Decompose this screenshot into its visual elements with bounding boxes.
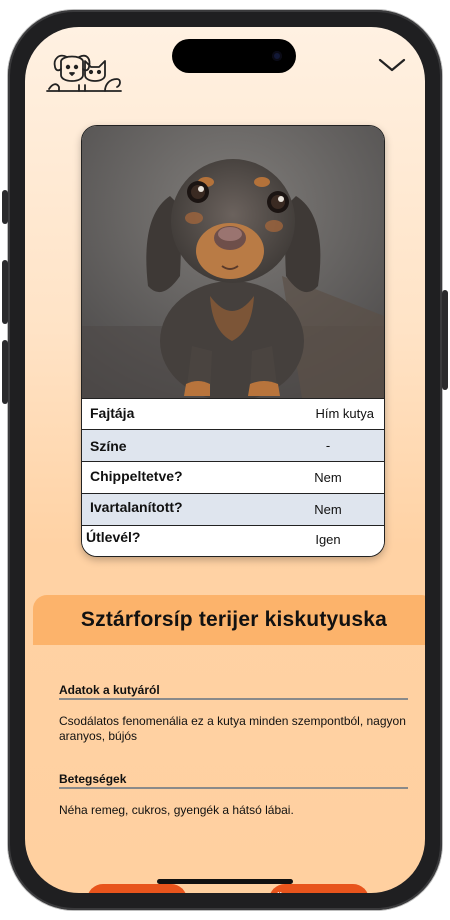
- row-label: Színe: [90, 438, 127, 454]
- pet-row-passport: Útlevél? Igen: [82, 525, 384, 556]
- dog-and-cat-logo-icon[interactable]: [45, 45, 125, 93]
- home-indicator[interactable]: [157, 879, 293, 884]
- chevron-down-icon[interactable]: [377, 55, 407, 75]
- dog-photo: [82, 126, 384, 398]
- pet-row-breed: Fajtája Hím kutya: [82, 398, 384, 429]
- row-value: Igen: [315, 532, 341, 547]
- diseases-label: Betegségek: [59, 772, 127, 786]
- camera-icon: [272, 51, 282, 61]
- action-button: [2, 190, 8, 224]
- visit-button[interactable]: Meglátogatás: [87, 884, 187, 893]
- pet-info-card: Fajtája Hím kutya Színe - Chippeltetve? …: [81, 125, 385, 557]
- about-text: Csodálatos fenomenália ez a kutya minden…: [59, 714, 406, 743]
- row-label: Ivartalanított?: [90, 499, 183, 515]
- row-value: Nem: [314, 502, 342, 517]
- pet-row-chipped: Chippeltetve? Nem: [82, 461, 384, 493]
- power-button: [442, 290, 448, 390]
- pet-row-neutered: Ivartalanított? Nem: [82, 493, 384, 525]
- row-value: -: [325, 438, 331, 453]
- phone-frame: Fajtája Hím kutya Színe - Chippeltetve? …: [2, 10, 448, 910]
- pet-title-bar: Sztárforsíp terijer kiskutyuska: [33, 595, 425, 645]
- diseases-text: Néha remeg, cukros, gyengék a hátsó lába…: [59, 803, 294, 817]
- row-value: Nem: [314, 470, 342, 485]
- app-screen: Fajtája Hím kutya Színe - Chippeltetve? …: [25, 27, 425, 893]
- diseases-divider: [59, 787, 408, 789]
- volume-up-button: [2, 260, 8, 324]
- row-label: Fajtája: [90, 405, 135, 421]
- dynamic-island: [172, 39, 296, 73]
- row-label: Útlevél?: [86, 529, 141, 545]
- page-title: Sztárforsíp terijer kiskutyuska: [80, 608, 388, 631]
- adopt-button[interactable]: Örökbefogadás: [269, 884, 369, 893]
- about-label: Adatok a kutyáról: [59, 683, 160, 697]
- row-value: Hím kutya: [315, 406, 374, 421]
- row-label: Chippeltetve?: [90, 468, 183, 484]
- about-divider: [59, 698, 408, 700]
- pet-row-color: Színe -: [82, 429, 384, 461]
- volume-down-button: [2, 340, 8, 404]
